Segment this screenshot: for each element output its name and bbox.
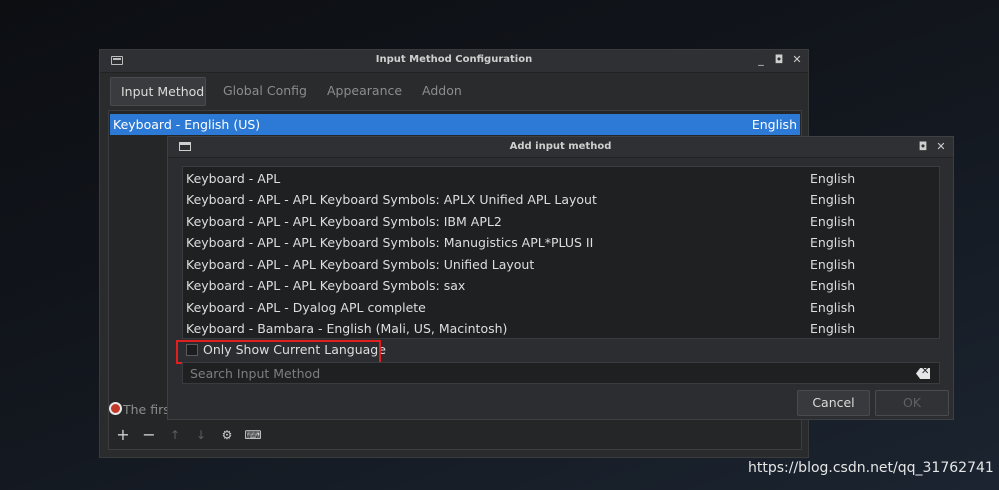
maximize-button[interactable]: ◘ <box>772 53 786 67</box>
move-down-icon[interactable]: ↓ <box>189 424 213 446</box>
search-input[interactable] <box>190 365 890 381</box>
tab-addon[interactable]: Addon <box>412 77 472 106</box>
tab-global-config[interactable]: Global Config <box>213 77 317 106</box>
gear-icon[interactable]: ⚙ <box>215 424 239 446</box>
item-language: English <box>810 192 856 207</box>
item-name: Keyboard - Bambara - English (Mali, US, … <box>186 321 508 336</box>
keyboard-icon[interactable]: ⌨ <box>241 424 265 446</box>
main-window-title: Input Method Configuration <box>375 54 533 65</box>
tab-input-method[interactable]: Input Method <box>110 77 206 106</box>
item-language: English <box>810 214 856 229</box>
item-name: Keyboard - APL - Dyalog APL complete <box>186 300 426 315</box>
item-name: Keyboard - APL - APL Keyboard Symbols: I… <box>186 214 502 229</box>
list-item[interactable]: Keyboard - APL - APL Keyboard Symbols: M… <box>183 232 939 253</box>
item-language: English <box>810 171 856 186</box>
highlight-annotation <box>176 340 381 364</box>
item-name: Keyboard - APL - APL Keyboard Symbols: U… <box>186 257 535 272</box>
tab-appearance[interactable]: Appearance <box>317 77 412 106</box>
warning-icon <box>109 402 122 415</box>
dialog-title: Add input method <box>509 141 612 152</box>
dialog-titlebar[interactable]: Add input method ◘ ✕ <box>168 137 953 158</box>
item-language: English <box>810 235 856 250</box>
item-language: English <box>810 278 856 293</box>
close-button[interactable]: ✕ <box>790 53 804 67</box>
list-item[interactable]: Keyboard - APL English <box>183 168 939 189</box>
ok-button[interactable]: OK <box>875 390 949 416</box>
cancel-button[interactable]: Cancel <box>797 390 870 416</box>
list-item[interactable]: Keyboard - APL - APL Keyboard Symbols: s… <box>183 275 939 296</box>
item-language: English <box>751 117 797 132</box>
item-name: Keyboard - APL - APL Keyboard Symbols: M… <box>186 235 594 250</box>
list-item[interactable]: Keyboard - APL - APL Keyboard Symbols: I… <box>183 211 939 232</box>
remove-icon[interactable]: − <box>137 424 161 446</box>
status-message: The first <box>109 402 175 417</box>
search-box: ✕ <box>182 362 940 384</box>
maximize-button[interactable]: ◘ <box>916 140 930 154</box>
close-button[interactable]: ✕ <box>934 140 948 154</box>
item-language: English <box>810 321 856 336</box>
item-language: English <box>810 257 856 272</box>
list-item[interactable]: Keyboard - Bambara - English (Mali, US, … <box>183 318 939 339</box>
move-up-icon[interactable]: ↑ <box>163 424 187 446</box>
main-titlebar[interactable]: Input Method Configuration _ ◘ ✕ <box>100 50 808 73</box>
list-item[interactable]: Keyboard - APL - Dyalog APL complete Eng… <box>183 297 939 318</box>
item-name: Keyboard - APL - APL Keyboard Symbols: A… <box>186 192 597 207</box>
add-input-method-dialog: Add input method ◘ ✕ Keyboard - APL Engl… <box>167 136 954 420</box>
list-item-selected[interactable]: Keyboard - English (US) English <box>110 114 800 135</box>
item-name: Keyboard - APL <box>186 171 281 186</box>
item-name: Keyboard - APL - APL Keyboard Symbols: s… <box>186 278 466 293</box>
watermark: https://blog.csdn.net/qq_31762741 <box>748 460 994 476</box>
add-icon[interactable]: + <box>111 424 135 446</box>
list-item[interactable]: Keyboard - APL - APL Keyboard Symbols: A… <box>183 189 939 210</box>
list-item[interactable]: Keyboard - APL - APL Keyboard Symbols: U… <box>183 254 939 275</box>
item-language: English <box>810 300 856 315</box>
input-method-list: Keyboard - APL English Keyboard - APL - … <box>182 166 940 339</box>
item-name: Keyboard - English (US) <box>113 117 261 132</box>
minimize-button[interactable]: _ <box>754 53 768 67</box>
clear-icon[interactable]: ✕ <box>916 368 930 379</box>
